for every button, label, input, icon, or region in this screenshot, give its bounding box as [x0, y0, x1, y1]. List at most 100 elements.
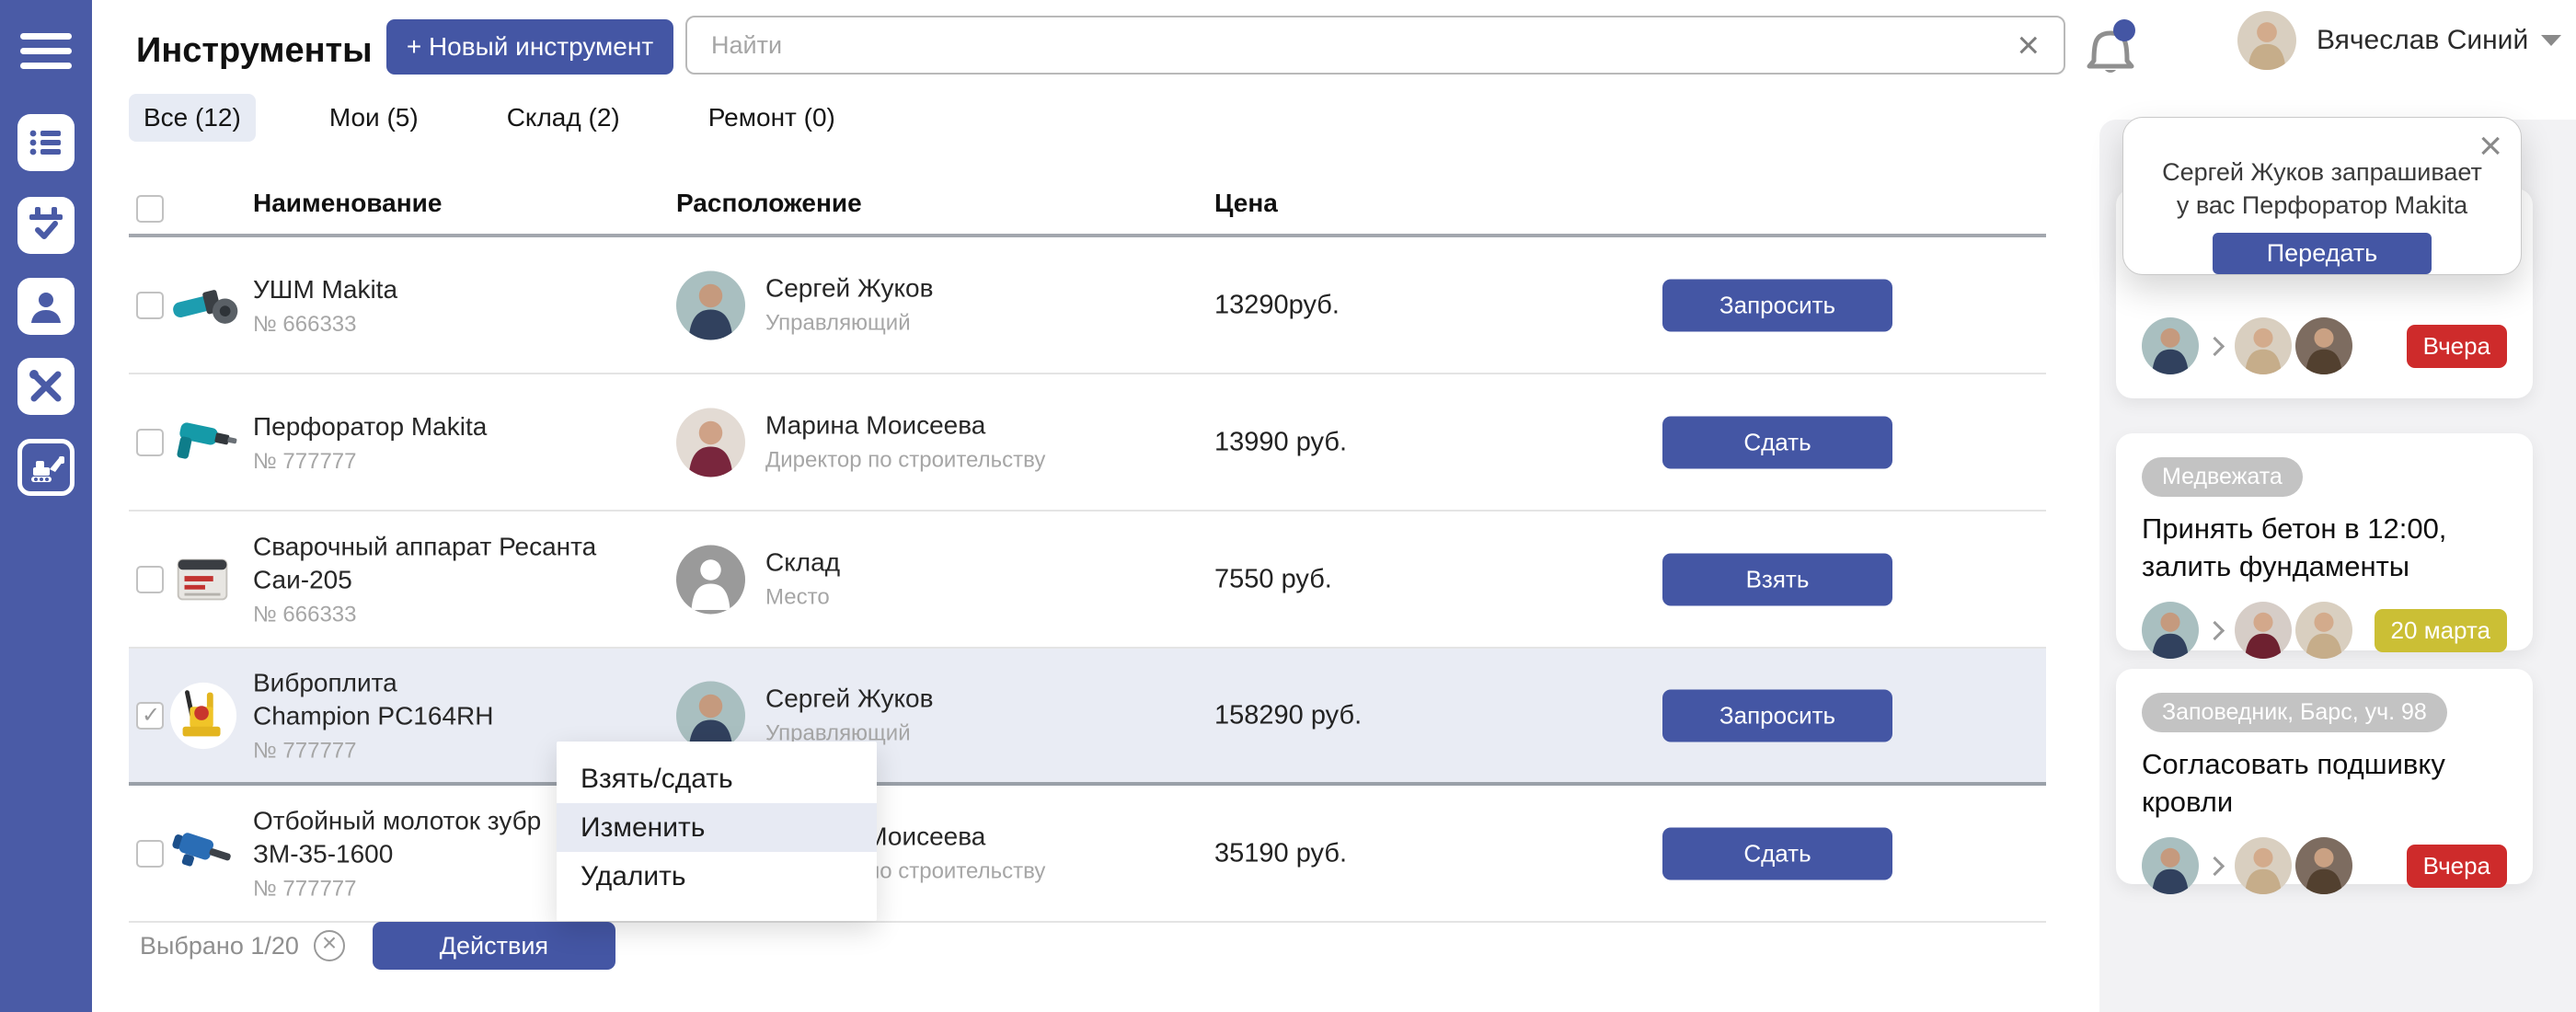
context-menu-item-take-return[interactable]: Взять/сдать	[557, 754, 877, 803]
row-checkbox-checked[interactable]	[136, 702, 164, 730]
location-name: Марина Моисеева	[765, 411, 1045, 441]
sidebar-item-tools[interactable]	[17, 358, 75, 415]
avatar	[2235, 317, 2292, 374]
task-title: Согласовать подшивку кровли	[2142, 745, 2507, 821]
tab-warehouse[interactable]: Склад (2)	[492, 94, 635, 142]
price: 35190 руб.	[1214, 838, 1347, 868]
column-name: Наименование	[253, 189, 442, 218]
row-checkbox[interactable]	[136, 840, 164, 868]
tab-repair[interactable]: Ремонт (0)	[694, 94, 850, 142]
page-title: Инструменты	[136, 31, 373, 71]
task-title: Принять бетон в 12:00, залить фундаменты	[2142, 510, 2507, 585]
task-card[interactable]: Медвежата Принять бетон в 12:00, залить …	[2116, 433, 2533, 650]
search-input[interactable]	[687, 31, 1993, 60]
row-checkbox[interactable]	[136, 566, 164, 593]
clear-selection-icon[interactable]	[314, 930, 345, 961]
bell-icon	[2081, 17, 2140, 77]
tool-image-grinder	[167, 270, 239, 341]
menu-icon[interactable]	[20, 33, 72, 74]
list-icon	[26, 122, 66, 163]
close-icon[interactable]: ×	[2478, 123, 2502, 169]
chevron-down-icon	[2541, 35, 2561, 46]
sidebar-item-excavator[interactable]	[17, 439, 75, 496]
location-role: Управляющий	[765, 311, 934, 337]
tab-bar: Все (12) Мои (5) Склад (2) Ремонт (0)	[129, 94, 850, 142]
person-icon	[26, 286, 66, 327]
table-row[interactable]: Отбойный молоток зубр ЗМ-35-1600 № 77777…	[129, 786, 2046, 923]
tool-name: Перфоратор Makita	[253, 409, 662, 443]
column-price: Цена	[1214, 189, 1278, 218]
tool-name: Сварочный аппарат Ресанта Саи-205	[253, 530, 662, 597]
price: 13990 руб.	[1214, 427, 1347, 457]
user-menu[interactable]: Вячеслав Синий	[2237, 11, 2561, 70]
location-name: Сергей Жуков	[765, 684, 934, 714]
sidebar	[0, 0, 92, 1012]
avatar	[2142, 837, 2199, 894]
sidebar-item-list[interactable]	[17, 114, 75, 171]
column-location: Расположение	[676, 189, 862, 218]
task-tag: Медвежата	[2142, 457, 2303, 497]
avatar	[2295, 837, 2352, 894]
return-button[interactable]: Сдать	[1662, 416, 1892, 468]
tool-image-welder	[167, 544, 239, 615]
notification-text-line1: Сергей Жуков запрашивает	[2123, 156, 2521, 190]
price: 13290руб.	[1214, 290, 1340, 320]
tools-table: Наименование Расположение Цена УШМ Makit…	[129, 179, 2046, 923]
table-row[interactable]: УШМ Makita № 666333 Сергей Жуков Управля…	[129, 237, 2046, 374]
request-button[interactable]: Запросить	[1662, 279, 1892, 331]
warehouse-avatar	[676, 545, 745, 614]
avatar	[676, 408, 745, 477]
row-checkbox[interactable]	[136, 429, 164, 456]
price: 7550 руб.	[1214, 564, 1332, 594]
table-row[interactable]: Сварочный аппарат Ресанта Саи-205 № 6663…	[129, 512, 2046, 649]
avatar	[2142, 317, 2199, 374]
location-role: Директор по строительству	[765, 448, 1045, 474]
row-checkbox[interactable]	[136, 292, 164, 319]
avatar	[2237, 11, 2296, 70]
table-row[interactable]: Перфоратор Makita № 777777 Марина Моисее…	[129, 374, 2046, 512]
location-name: Склад	[765, 548, 840, 578]
tool-number: № 666333	[253, 312, 662, 338]
tool-image-demolition-hammer	[167, 818, 239, 890]
tool-number: № 777777	[253, 449, 662, 475]
sidebar-item-calendar[interactable]	[17, 197, 75, 254]
task-card[interactable]: Заповедник, Барс, уч. 98 Согласовать под…	[2116, 669, 2533, 884]
page: Инструменты + Новый инструмент × Вячесла…	[0, 0, 2576, 1012]
search-bar: ×	[685, 16, 2065, 75]
chevron-right-icon	[2205, 621, 2225, 640]
context-menu-item-delete[interactable]: Удалить	[557, 852, 877, 901]
notification-text-line2: у вас Перфоратор Makita	[2123, 190, 2521, 223]
location-name: Сергей Жуков	[765, 274, 934, 304]
tab-my[interactable]: Мои (5)	[315, 94, 433, 142]
tool-name: УШМ Makita	[253, 272, 662, 305]
tab-all[interactable]: Все (12)	[129, 94, 256, 142]
sidebar-item-person[interactable]	[17, 278, 75, 335]
table-row-selected[interactable]: Виброплита Champion PC164RH № 777777 Сер…	[129, 649, 2046, 786]
request-button[interactable]: Запросить	[1662, 689, 1892, 742]
avatar	[676, 681, 745, 750]
new-tool-button[interactable]: + Новый инструмент	[386, 19, 673, 75]
avatar	[2235, 837, 2292, 894]
context-menu-item-edit[interactable]: Изменить	[557, 803, 877, 852]
notification-popup: × Сергей Жуков запрашивает у вас Перфора…	[2122, 117, 2522, 275]
take-button[interactable]: Взять	[1662, 553, 1892, 605]
notifications-button[interactable]	[2081, 17, 2140, 77]
due-badge: 20 марта	[2375, 609, 2507, 652]
select-all-checkbox[interactable]	[136, 195, 164, 223]
excavator-icon	[26, 447, 66, 488]
chevron-right-icon	[2205, 336, 2225, 355]
tools-icon	[26, 366, 66, 407]
tool-image-plate-compactor	[167, 680, 239, 752]
actions-button[interactable]: Действия	[373, 922, 615, 970]
avatar	[2295, 602, 2352, 659]
table-header: Наименование Расположение Цена	[129, 179, 2046, 237]
avatar	[2142, 602, 2199, 659]
calendar-check-icon	[26, 205, 66, 246]
task-footer: Вчера	[2142, 821, 2507, 894]
return-button[interactable]: Сдать	[1662, 827, 1892, 880]
clear-search-icon[interactable]: ×	[1993, 26, 2064, 64]
transfer-button[interactable]: Передать	[2213, 233, 2432, 274]
notification-dot	[2113, 19, 2135, 41]
tool-number: № 666333	[253, 603, 662, 628]
tool-image-hammer-drill	[167, 407, 239, 478]
